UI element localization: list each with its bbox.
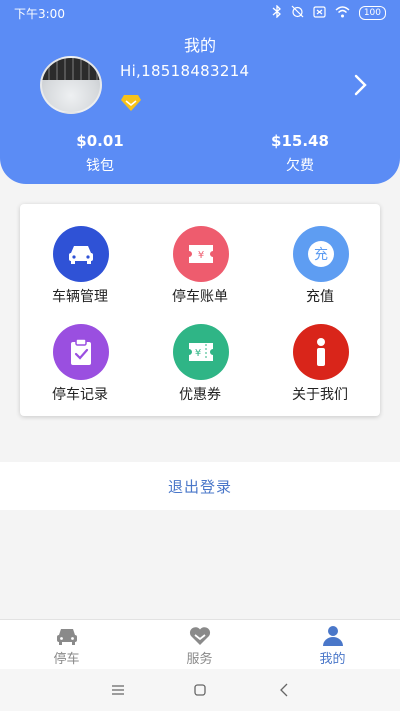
menu-item-about-us[interactable]: 关于我们 bbox=[260, 308, 380, 404]
menu-item-label: 关于我们 bbox=[292, 387, 348, 403]
status-icons: 100 bbox=[272, 4, 386, 21]
yen-ticket-icon: ¥ bbox=[173, 226, 229, 282]
menu-icon[interactable] bbox=[106, 679, 130, 701]
avatar[interactable] bbox=[40, 56, 102, 114]
menu-item-label: 充值 bbox=[306, 289, 334, 305]
car-icon bbox=[53, 226, 109, 282]
svg-text:充: 充 bbox=[314, 247, 328, 263]
tab-services[interactable]: 服务 bbox=[133, 620, 266, 670]
svg-text:¥: ¥ bbox=[195, 348, 201, 359]
menu-item-label: 停车记录 bbox=[52, 387, 108, 403]
tab-mine[interactable]: 我的 bbox=[266, 620, 399, 670]
tab-label: 停车 bbox=[53, 652, 80, 667]
arrears-amount[interactable]: $15.48 bbox=[240, 132, 360, 150]
no-sim-icon bbox=[313, 5, 326, 21]
status-time: 下午3:00 bbox=[14, 6, 65, 21]
chevron-right-icon[interactable] bbox=[352, 72, 370, 98]
svg-text:¥: ¥ bbox=[198, 250, 204, 261]
menu-item-label: 停车账单 bbox=[172, 289, 228, 305]
wallet-amount[interactable]: $0.01 bbox=[40, 132, 160, 150]
menu-item-parking-bills[interactable]: ¥ 停车账单 bbox=[140, 210, 260, 306]
logout-button[interactable]: 退出登录 bbox=[0, 462, 400, 510]
page-title: 我的 bbox=[183, 36, 216, 55]
profile-header: 下午3:00 100 我的 Hi,18518483214 $0.01 钱包 $1… bbox=[0, 0, 400, 184]
menu-card: 车辆管理 ¥ 停车账单 充 充值 停车记录 ¥ 优惠券 关于我们 bbox=[20, 204, 380, 416]
arrears-label: 欠费 bbox=[286, 158, 314, 174]
wallet-label: 钱包 bbox=[86, 158, 114, 174]
wifi-icon bbox=[335, 5, 350, 21]
system-navigation-bar bbox=[0, 669, 400, 711]
vip-diamond-icon bbox=[120, 94, 142, 112]
info-icon bbox=[293, 324, 349, 380]
menu-item-parking-records[interactable]: 停车记录 bbox=[20, 308, 140, 404]
menu-item-coupons[interactable]: ¥ 优惠券 bbox=[140, 308, 260, 404]
bottom-tab-bar: 停车 服务 我的 bbox=[0, 619, 400, 669]
menu-item-vehicle-management[interactable]: 车辆管理 bbox=[20, 210, 140, 306]
bluetooth-icon bbox=[272, 4, 282, 21]
menu-item-label: 车辆管理 bbox=[52, 289, 108, 305]
battery-icon: 100 bbox=[358, 6, 386, 20]
mute-alarm-icon bbox=[291, 5, 304, 21]
recharge-icon: 充 bbox=[293, 226, 349, 282]
coupon-icon: ¥ bbox=[173, 324, 229, 380]
clipboard-check-icon bbox=[53, 324, 109, 380]
menu-item-recharge[interactable]: 充 充值 bbox=[260, 210, 380, 306]
tab-label: 服务 bbox=[186, 652, 213, 667]
car-icon bbox=[55, 625, 79, 647]
tab-label: 我的 bbox=[319, 652, 346, 667]
tab-parking[interactable]: 停车 bbox=[0, 620, 133, 670]
user-icon bbox=[321, 625, 345, 647]
back-icon[interactable] bbox=[272, 679, 296, 701]
menu-item-label: 优惠券 bbox=[179, 387, 221, 403]
heart-icon bbox=[188, 625, 212, 647]
home-icon[interactable] bbox=[188, 679, 212, 701]
avatar-photo bbox=[42, 58, 100, 80]
status-bar: 下午3:00 100 bbox=[0, 0, 400, 26]
user-greeting: Hi,18518483214 bbox=[120, 62, 250, 80]
